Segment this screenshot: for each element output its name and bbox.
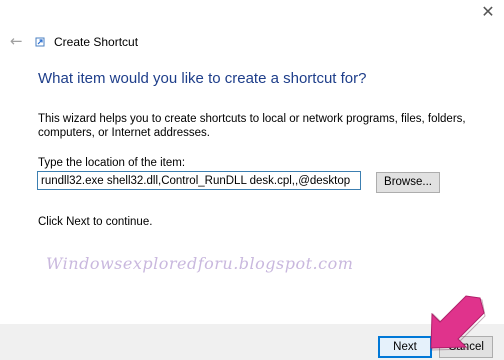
back-arrow-icon[interactable]: ← [10,33,26,49]
location-label: Type the location of the item: [38,157,186,169]
cancel-button[interactable]: Cancel [439,336,493,358]
shortcut-app-icon [35,37,45,47]
location-input[interactable] [37,171,361,190]
wizard-description: This wizard helps you to create shortcut… [38,113,466,139]
continue-hint: Click Next to continue. [38,216,153,228]
watermark-text: Windowsexploredforu.blogspot.com [46,254,354,273]
page-heading: What item would you like to create a sho… [38,70,367,87]
browse-button[interactable]: Browse... [376,172,440,193]
button-bar: Next Cancel [0,324,504,360]
close-icon[interactable]: ✕ [478,2,498,22]
window-title: Create Shortcut [54,35,139,49]
next-button[interactable]: Next [378,336,432,358]
title-bar: ✕ ← Create Shortcut [0,0,504,62]
wizard-content: What item would you like to create a sho… [0,62,504,324]
